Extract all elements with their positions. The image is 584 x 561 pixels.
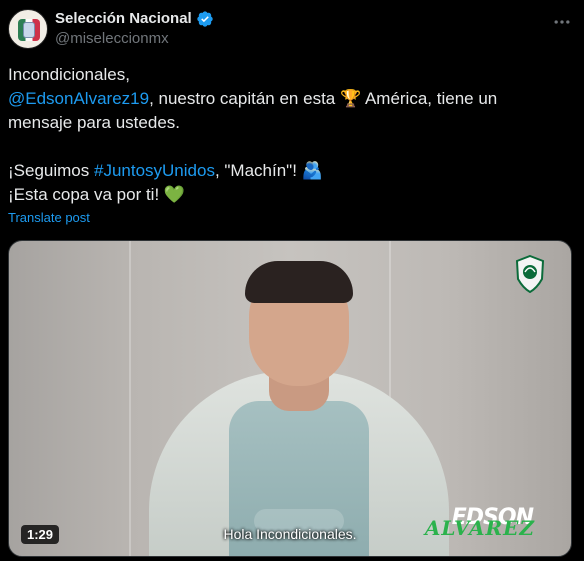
- avatar[interactable]: [8, 9, 48, 49]
- mention-link[interactable]: @EdsonAlvarez19: [8, 89, 149, 108]
- tweet-line-1: Incondicionales,: [8, 65, 130, 84]
- tweet-line-2-text: , nuestro capitán en esta: [149, 89, 336, 108]
- more-options-icon[interactable]: [552, 12, 572, 32]
- tweet-text: Incondicionales, @EdsonAlvarez19, nuestr…: [8, 63, 568, 207]
- video-player[interactable]: EDSON ALVAREZ Hola Incondicionales. 1:29: [8, 240, 572, 557]
- mexico-federation-badge-icon: [515, 255, 545, 293]
- video-subtitle: Hola Incondicionales.: [223, 526, 357, 542]
- translate-post-link[interactable]: Translate post: [8, 210, 90, 225]
- tweet-line-5-prefix: ¡Seguimos: [8, 161, 94, 180]
- hair: [245, 261, 353, 303]
- tweet-line-6-text: ¡Esta copa va por ti!: [8, 185, 164, 204]
- tweet-line-6: ¡Esta copa va por ti! 💚: [8, 183, 568, 207]
- verified-badge-icon: [197, 11, 213, 27]
- tweet-line-2-tail: América, tiene un: [361, 89, 498, 108]
- federation-crest-icon: [23, 22, 35, 38]
- trophy-emoji: 🏆: [339, 89, 362, 108]
- tweet-line-3: mensaje para ustedes.: [8, 113, 180, 132]
- author-names: Selección Nacional @miseleccionmx: [55, 9, 214, 49]
- author-name-row[interactable]: Selección Nacional: [55, 9, 214, 29]
- tweet-line-5-suffix: , "Machín"!: [214, 161, 302, 180]
- green-heart-emoji: 💚: [163, 185, 186, 204]
- wall-panel-seam: [129, 241, 131, 556]
- tweet-line-2: @EdsonAlvarez19, nuestro capitán en esta…: [8, 87, 568, 111]
- video-frame-person: [149, 251, 449, 556]
- author-handle[interactable]: @miseleccionmx: [55, 29, 214, 49]
- hug-emoji: 🫂: [301, 161, 323, 180]
- display-name[interactable]: Selección Nacional: [55, 9, 192, 29]
- tweet-header: Selección Nacional @miseleccionmx: [8, 8, 576, 52]
- video-duration-badge: 1:29: [21, 525, 60, 544]
- tweet-line-5: ¡Seguimos #JuntosyUnidos, "Machín"! 🫂: [8, 159, 568, 183]
- hashtag-link[interactable]: #JuntosyUnidos: [94, 161, 215, 180]
